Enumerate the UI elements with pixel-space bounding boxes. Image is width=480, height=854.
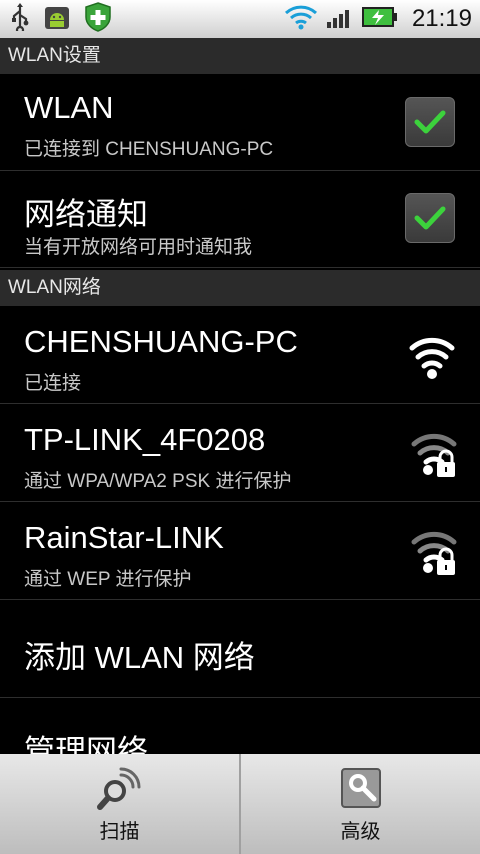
wlan-networks-header: WLAN网络	[0, 270, 480, 306]
network-notification-checkbox[interactable]	[405, 193, 455, 243]
usb-icon	[10, 3, 30, 35]
manage-networks-row[interactable]: 管理网络	[0, 698, 480, 754]
check-icon	[414, 206, 446, 230]
add-network-row[interactable]: 添加 WLAN 网络	[0, 600, 480, 698]
bottom-action-bar: 扫描 高级	[0, 754, 480, 854]
network-item-rainstar[interactable]: RainStar-LINK 通过 WEP 进行保护	[0, 502, 480, 600]
wlan-toggle-row[interactable]: WLAN 已连接到 CHENSHUANG-PC	[0, 74, 480, 171]
advanced-label: 高级	[340, 820, 381, 843]
network-item-chenshuang[interactable]: CHENSHUANG-PC 已连接	[0, 306, 480, 404]
manage-networks-label: 管理网络	[24, 734, 148, 754]
advanced-button[interactable]: 高级	[241, 754, 480, 854]
network-notification-subtitle: 当有开放网络可用时通知我	[24, 237, 253, 258]
network-status: 已连接	[24, 373, 82, 394]
network-ssid: TP-LINK_4F0208	[24, 422, 266, 457]
wifi-locked-icon	[411, 433, 457, 477]
network-status: 通过 WPA/WPA2 PSK 进行保护	[24, 471, 292, 492]
wlan-checkbox[interactable]	[405, 97, 455, 147]
network-item-tplink[interactable]: TP-LINK_4F0208 通过 WPA/WPA2 PSK 进行保护	[0, 404, 480, 502]
page-title: WLAN设置	[0, 38, 480, 74]
scan-label: 扫描	[99, 820, 140, 843]
scan-button[interactable]: 扫描	[0, 754, 239, 854]
network-status: 通过 WEP 进行保护	[24, 569, 192, 590]
wifi-signal-icon	[284, 4, 318, 34]
wifi-locked-icon	[411, 531, 457, 575]
shield-plus-icon	[84, 2, 112, 36]
add-network-label: 添加 WLAN 网络	[24, 640, 255, 675]
status-time: 21:19	[411, 5, 472, 32]
settings-wrench-icon	[340, 767, 381, 808]
status-bar: 21:19	[0, 0, 480, 38]
network-ssid: RainStar-LINK	[24, 520, 224, 555]
cell-signal-icon	[326, 5, 354, 33]
wlan-toggle-subtitle: 已连接到 CHENSHUANG-PC	[24, 139, 274, 160]
battery-charging-icon	[361, 6, 398, 32]
check-icon	[414, 110, 446, 134]
network-notification-row[interactable]: 网络通知 当有开放网络可用时通知我	[0, 171, 480, 268]
network-notification-title: 网络通知	[24, 197, 148, 232]
scan-search-icon	[96, 767, 140, 810]
android-debug-icon	[42, 3, 72, 35]
network-ssid: CHENSHUANG-PC	[24, 324, 298, 359]
wifi-full-icon	[409, 337, 455, 379]
wlan-toggle-title: WLAN	[24, 90, 114, 125]
